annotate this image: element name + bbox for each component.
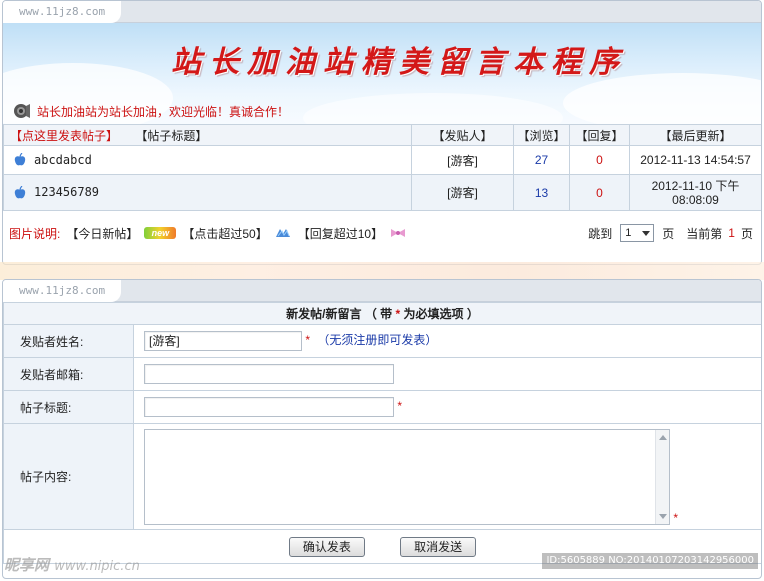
scroll-up-icon <box>659 434 667 440</box>
decorative-strip <box>0 262 764 280</box>
current-page-number: 1 <box>728 226 735 240</box>
panel-tab-strip: www.11jz8.com <box>3 1 761 23</box>
watermark-logo: 昵享网 www.nipic.cn <box>4 554 140 575</box>
post-table: 【点这里发表帖子】 【帖子标题】 【发贴人】 【浏览】 【回复】 【最后更新】 … <box>3 124 761 211</box>
required-star: * <box>397 399 403 414</box>
post-replies: 0 <box>569 174 630 211</box>
current-page-unit: 页 <box>740 226 753 241</box>
legend-bar: 图片说明: 【今日新帖】 new 【点击超过50】 【回复超过10】 跳到 1 … <box>3 219 761 247</box>
post-title-cell: 123456789 <box>3 174 412 211</box>
column-author-header: 【发贴人】 <box>411 124 514 146</box>
post-updated: 2012-11-10 下午 08:08:09 <box>629 174 761 211</box>
content-field-cell: * <box>133 423 761 530</box>
post-table-header: 【点这里发表帖子】 【帖子标题】 【发贴人】 【浏览】 【回复】 【最后更新】 <box>3 124 761 146</box>
email-input[interactable] <box>144 364 394 384</box>
site-url-label: www.11jz8.com <box>19 284 106 297</box>
name-input[interactable]: [游客] <box>144 331 302 351</box>
bow-icon <box>391 229 406 237</box>
form-heading: 新发帖/新留言 （ 带 * 为必填选项 ） <box>3 302 761 325</box>
legend-today: 【今日新帖】 <box>66 226 139 241</box>
page-unit-label: 页 <box>662 226 675 241</box>
column-views-header: 【浏览】 <box>513 124 570 146</box>
post-views: 27 <box>513 145 570 175</box>
post-author: [游客] <box>411 145 514 175</box>
name-note: （无须注册即可发表） <box>317 333 438 348</box>
post-icon <box>14 153 26 166</box>
textarea-scrollbar[interactable] <box>655 429 669 524</box>
form-heading-text-end: 为必填选项 ） <box>400 307 479 321</box>
required-star: * <box>673 510 679 525</box>
welcome-row: 站长加油站为站长加油，欢迎光临！真诚合作！ <box>13 101 289 121</box>
new-post-panel: www.11jz8.com 新发帖/新留言 （ 带 * 为必填选项 ） 发贴者姓… <box>2 279 762 579</box>
panel-tab-strip: www.11jz8.com <box>3 280 761 302</box>
watermark-logo-text: 昵享网 <box>4 556 50 574</box>
post-replies: 0 <box>569 145 630 175</box>
header-title-cell: 【点这里发表帖子】 【帖子标题】 <box>3 124 412 146</box>
post-title-cell: abcdabcd <box>3 145 412 175</box>
content-label: 帖子内容: <box>3 423 134 530</box>
watermark-url: www.nipic.cn <box>54 559 140 574</box>
post-updated-date: 2012-11-13 14:54:57 <box>640 153 751 167</box>
watermark-id: ID:5605889 NO:20140107203142956000 <box>542 553 758 569</box>
legend-label: 图片说明: <box>9 226 61 241</box>
subject-field-cell: * <box>133 390 761 424</box>
subject-input[interactable] <box>144 397 394 417</box>
welcome-message: 站长加油站为站长加油，欢迎光临！真诚合作！ <box>37 104 290 119</box>
submit-button[interactable]: 确认发表 <box>288 536 365 557</box>
post-updated-date: 2012-11-10 下午 <box>651 178 740 193</box>
column-updated-header: 【最后更新】 <box>629 124 761 146</box>
page-select[interactable]: 1 <box>620 224 655 242</box>
scroll-down-icon <box>659 513 667 519</box>
email-field-cell <box>133 357 761 391</box>
guestbook-list-panel: www.11jz8.com 站长加油站精美留言本程序 站长加油站为站长加油，欢迎… <box>2 0 762 265</box>
post-title-link[interactable]: 123456789 <box>34 185 99 199</box>
post-updated: 2012-11-13 14:54:57 <box>629 145 761 175</box>
post-updated-time: 08:08:09 <box>672 192 719 207</box>
header-banner: 站长加油站精美留言本程序 站长加油站为站长加油，欢迎光临！真诚合作！ <box>3 23 761 125</box>
new-post-form: 新发帖/新留言 （ 带 * 为必填选项 ） 发贴者姓名: [游客] * （无须注… <box>3 302 761 564</box>
name-field-cell: [游客] * （无须注册即可发表） <box>133 324 761 358</box>
legend-hot: 【点击超过50】 <box>182 226 268 241</box>
speaker-icon <box>14 104 30 118</box>
table-row: abcdabcd [游客] 27 0 2012-11-13 14:54:57 <box>3 145 761 175</box>
form-heading-text: 新发帖/新留言 （ 带 <box>286 307 396 321</box>
email-label: 发贴者邮箱: <box>3 357 134 391</box>
current-page-label: 当前第 <box>686 226 723 241</box>
post-icon <box>14 185 26 199</box>
new-badge-icon: new <box>144 227 177 239</box>
banner-title: 站长加油站精美留言本程序 <box>171 45 627 80</box>
required-star: * <box>305 333 311 348</box>
site-url-label: www.11jz8.com <box>19 5 106 18</box>
jump-label: 跳到 <box>588 226 613 241</box>
legend-reply: 【回复超过10】 <box>297 226 384 241</box>
table-row: 123456789 [游客] 13 0 2012-11-10 下午 08:08:… <box>3 174 761 211</box>
hot-icon <box>275 229 290 237</box>
post-views: 13 <box>513 174 570 211</box>
column-title-header: 【帖子标题】 <box>135 128 208 143</box>
post-author: [游客] <box>411 174 514 211</box>
post-title-link[interactable]: abcdabcd <box>34 153 92 167</box>
page-select-value: 1 <box>625 227 632 239</box>
chevron-down-icon <box>642 231 651 236</box>
content-textarea[interactable] <box>144 428 670 525</box>
cancel-button[interactable]: 取消发送 <box>400 536 477 557</box>
column-replies-header: 【回复】 <box>569 124 630 146</box>
pager: 跳到 1 页 当前第 1 页 <box>588 219 753 247</box>
name-label: 发贴者姓名: <box>3 324 134 358</box>
new-post-link[interactable]: 【点这里发表帖子】 <box>10 129 118 143</box>
subject-label: 帖子标题: <box>3 390 134 424</box>
